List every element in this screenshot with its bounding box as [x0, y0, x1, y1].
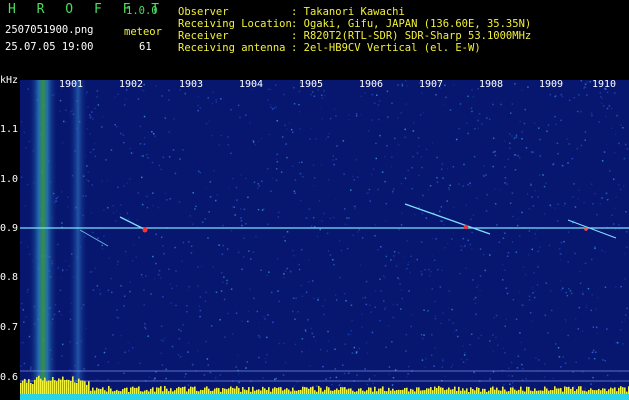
x-tick-1901: 1901 — [59, 79, 84, 90]
receiver-label: Receiver — [178, 30, 229, 42]
location-value: : Ogaki, Gifu, JAPAN (136.60E, 35.35N) — [291, 18, 532, 30]
x-tick-1903: 1903 — [179, 79, 204, 90]
antenna-label: Receiving antenna — [178, 42, 286, 54]
y-tick-1.1: 1.1 — [0, 124, 19, 135]
y-tick-1.0: 1.0 — [0, 174, 19, 185]
axis-layer: kHz 1.1 1.0 0.9 0.8 0.7 0.6 — [0, 75, 629, 400]
antenna-value: : 2el-HB9CV Vertical (el. E-W) — [291, 42, 481, 54]
observer-value: : Takanori Kawachi — [291, 6, 405, 18]
x-tick-1908: 1908 — [479, 79, 504, 90]
meteor-count: 61 — [139, 41, 152, 53]
y-tick-0.9: 0.9 — [0, 223, 19, 234]
x-tick-1904: 1904 — [239, 79, 264, 90]
y-tick-0.7: 0.7 — [0, 322, 19, 333]
x-tick-1909: 1909 — [539, 79, 564, 90]
header-panel: H R O F F T 1.0.0 2507051900.png meteor … — [0, 0, 629, 75]
y-tick-0.6: 0.6 — [0, 372, 19, 383]
x-tick-1907: 1907 — [419, 79, 444, 90]
observer-label: Observer — [178, 6, 229, 18]
location-label: Receiving Location — [178, 18, 292, 30]
meteor-label: meteor — [124, 26, 162, 38]
x-tick-1906: 1906 — [359, 79, 384, 90]
filename-label: 2507051900.png — [5, 24, 94, 36]
app-version: 1.0.0 — [126, 5, 158, 17]
datetime-label: 25.07.05 19:00 — [5, 41, 94, 53]
y-tick-0.8: 0.8 — [0, 272, 19, 283]
y-axis-unit: kHz — [0, 75, 19, 86]
x-tick-1905: 1905 — [299, 79, 324, 90]
x-tick-1910: 1910 — [592, 79, 617, 90]
x-tick-1902: 1902 — [119, 79, 144, 90]
receiver-value: : R820T2(RTL-SDR) SDR-Sharp 53.1000MHz — [291, 30, 532, 42]
